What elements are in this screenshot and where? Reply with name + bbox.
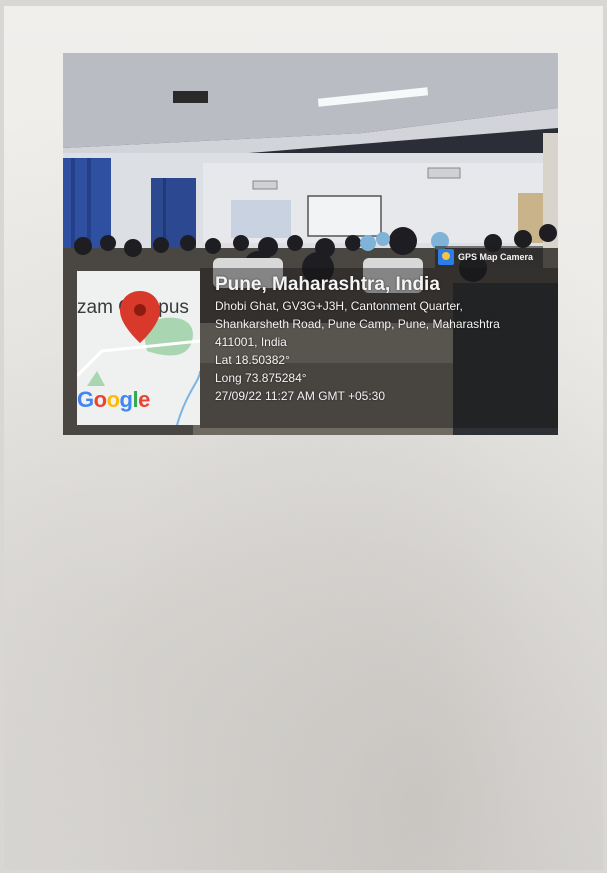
longitude: Long 73.875284° [215,371,307,385]
google-logo: Google [77,387,150,412]
paper-sheet: zam Campus Google GPS Map Camera Pune, M… [4,6,603,870]
location-map-thumbnail: zam Campus Google [77,271,200,425]
address-line-2: Shankarsheth Road, Pune Camp, Pune, Maha… [215,317,500,331]
app-badge: GPS Map Camera [435,246,543,268]
geotagged-photo: zam Campus Google GPS Map Camera Pune, M… [63,53,558,435]
address-line-3: 411001, India [215,335,287,349]
address-line-1: Dhobi Ghat, GV3G+J3H, Cantonment Quarter… [215,299,463,313]
location-title: Pune, Maharashtra, India [215,274,440,295]
latitude: Lat 18.50382° [215,353,290,367]
timestamp: 27/09/22 11:27 AM GMT +05:30 [215,389,386,403]
app-name: GPS Map Camera [458,252,534,262]
geotag-info: Pune, Maharashtra, India Dhobi Ghat, GV3… [215,273,555,425]
gps-map-camera-icon [438,249,454,265]
